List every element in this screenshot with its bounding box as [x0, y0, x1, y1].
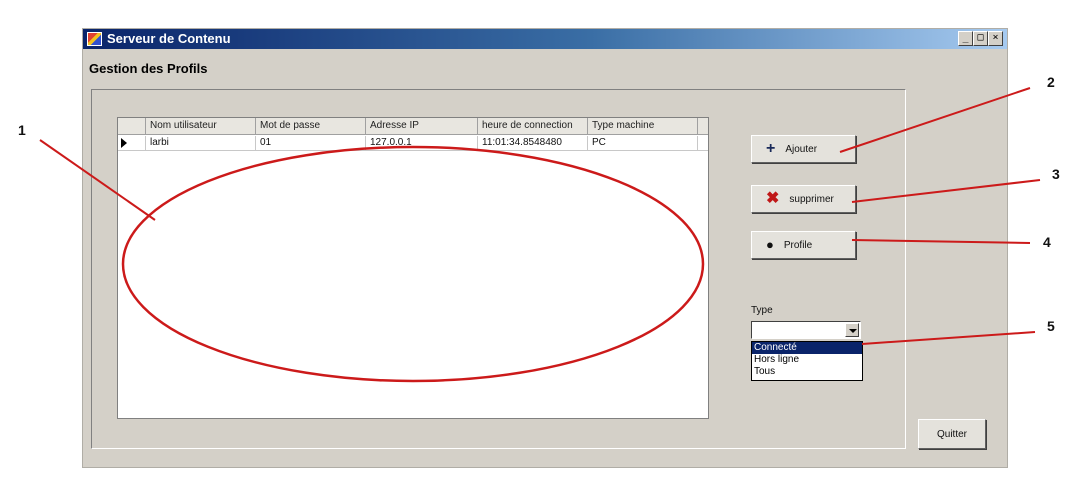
- annotation-overlay: [39, 87, 1041, 383]
- annotation-line-1: [39, 139, 156, 221]
- annotation-line-2: [839, 87, 1031, 153]
- callout-1: 1: [18, 122, 26, 138]
- callout-2: 2: [1047, 74, 1055, 90]
- annotation-line-3: [851, 179, 1041, 203]
- annotation-line-4: [851, 239, 1031, 244]
- callout-3: 3: [1052, 166, 1060, 182]
- callout-5: 5: [1047, 318, 1055, 334]
- annotation-ellipse: [121, 145, 705, 383]
- callout-4: 4: [1043, 234, 1051, 250]
- annotation-line-5: [861, 331, 1036, 345]
